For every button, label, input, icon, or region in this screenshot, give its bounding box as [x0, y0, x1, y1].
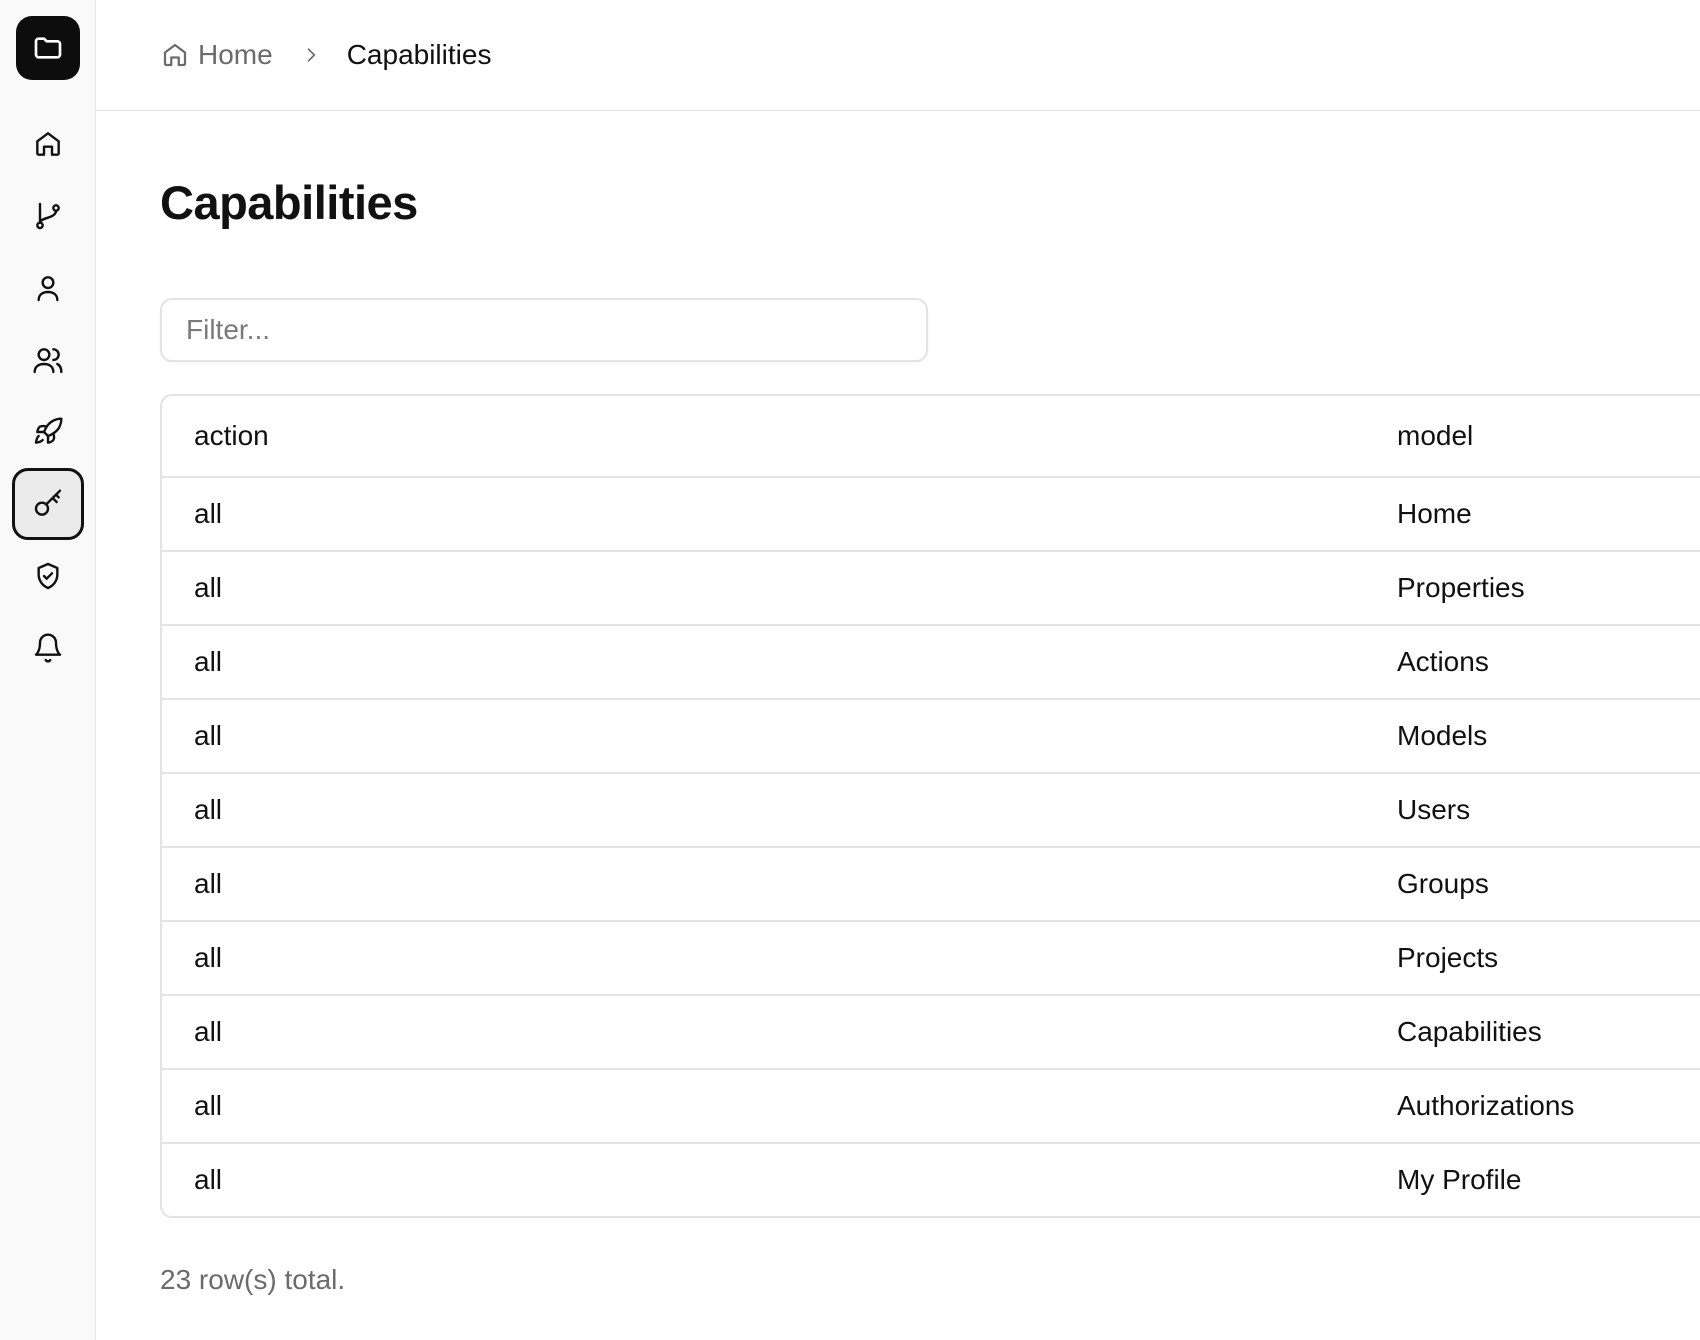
table-header: action model — [162, 396, 1700, 476]
sidebar-item-workflow[interactable] — [12, 180, 84, 252]
table-row[interactable]: all Capabilities — [162, 994, 1700, 1068]
git-branch-icon — [36, 202, 60, 230]
sidebar-item-capabilities[interactable] — [12, 468, 84, 540]
chevron-right-icon — [307, 48, 315, 62]
content-area: Capabilities action model all Home all P… — [96, 179, 1700, 1296]
users-icon — [33, 348, 63, 374]
sidebar — [0, 0, 96, 1340]
row-count: 23 row(s) total. — [160, 1264, 346, 1295]
cell-action: all — [194, 942, 223, 973]
cell-action: all — [194, 1016, 223, 1047]
app-root: Home Capabilities Capabilities action mo… — [0, 0, 1700, 1340]
cell-action: all — [194, 1090, 223, 1121]
filter-input[interactable] — [160, 298, 928, 362]
sidebar-item-user[interactable] — [12, 252, 84, 324]
table-row[interactable]: all Groups — [162, 846, 1700, 920]
table-row[interactable]: all Users — [162, 772, 1700, 846]
shield-check-icon — [37, 562, 59, 590]
sidebar-item-authorizations[interactable] — [12, 540, 84, 612]
sidebar-item-projects[interactable] — [12, 396, 84, 468]
key-icon — [34, 489, 62, 516]
table-row[interactable]: all Models — [162, 698, 1700, 772]
home-icon — [163, 43, 187, 67]
sidebar-item-notifications[interactable] — [12, 612, 84, 684]
home-icon — [36, 132, 60, 156]
folder-icon — [34, 37, 62, 59]
cell-action: all — [194, 868, 223, 899]
page-title: Capabilities — [160, 176, 418, 229]
cell-model: Models — [1397, 720, 1488, 751]
cell-action: all — [194, 498, 223, 529]
table-row[interactable]: all Projects — [162, 920, 1700, 994]
cell-model: Capabilities — [1397, 1016, 1542, 1047]
cell-model: Groups — [1397, 868, 1489, 899]
cell-model: Users — [1397, 794, 1471, 825]
rocket-icon — [34, 417, 63, 444]
cell-model: My Profile — [1397, 1164, 1522, 1195]
bell-icon — [34, 633, 62, 663]
topbar: Home Capabilities — [96, 0, 1700, 111]
app-logo[interactable] — [16, 16, 80, 80]
cell-action: all — [194, 646, 223, 677]
cell-model: Projects — [1397, 942, 1499, 973]
cell-action: all — [194, 572, 223, 603]
breadcrumb-current: Capabilities — [346, 39, 492, 70]
cell-action: all — [194, 1164, 223, 1195]
table-row[interactable]: all Properties — [162, 550, 1700, 624]
sidebar-item-groups[interactable] — [12, 324, 84, 396]
table-row[interactable]: all My Profile — [162, 1142, 1700, 1216]
breadcrumb-separator — [301, 45, 321, 65]
column-header-model[interactable]: model — [1397, 420, 1700, 452]
main-content: Home Capabilities Capabilities action mo… — [96, 0, 1700, 1340]
cell-action: all — [194, 720, 223, 751]
breadcrumb-home[interactable]: Home — [160, 39, 273, 71]
cell-model: Authorizations — [1397, 1090, 1575, 1121]
table-row[interactable]: all Authorizations — [162, 1068, 1700, 1142]
user-icon — [37, 276, 59, 302]
sidebar-item-home[interactable] — [12, 108, 84, 180]
column-header-action[interactable]: action — [162, 420, 1397, 452]
cell-action: all — [194, 794, 223, 825]
capabilities-table: action model all Home all Properties all… — [160, 394, 1700, 1218]
table-row[interactable]: all Home — [162, 476, 1700, 550]
cell-model: Home — [1397, 498, 1472, 529]
breadcrumb-home-label[interactable]: Home — [198, 39, 273, 71]
cell-model: Properties — [1397, 572, 1525, 603]
cell-model: Actions — [1397, 646, 1489, 677]
table-row[interactable]: all Actions — [162, 624, 1700, 698]
